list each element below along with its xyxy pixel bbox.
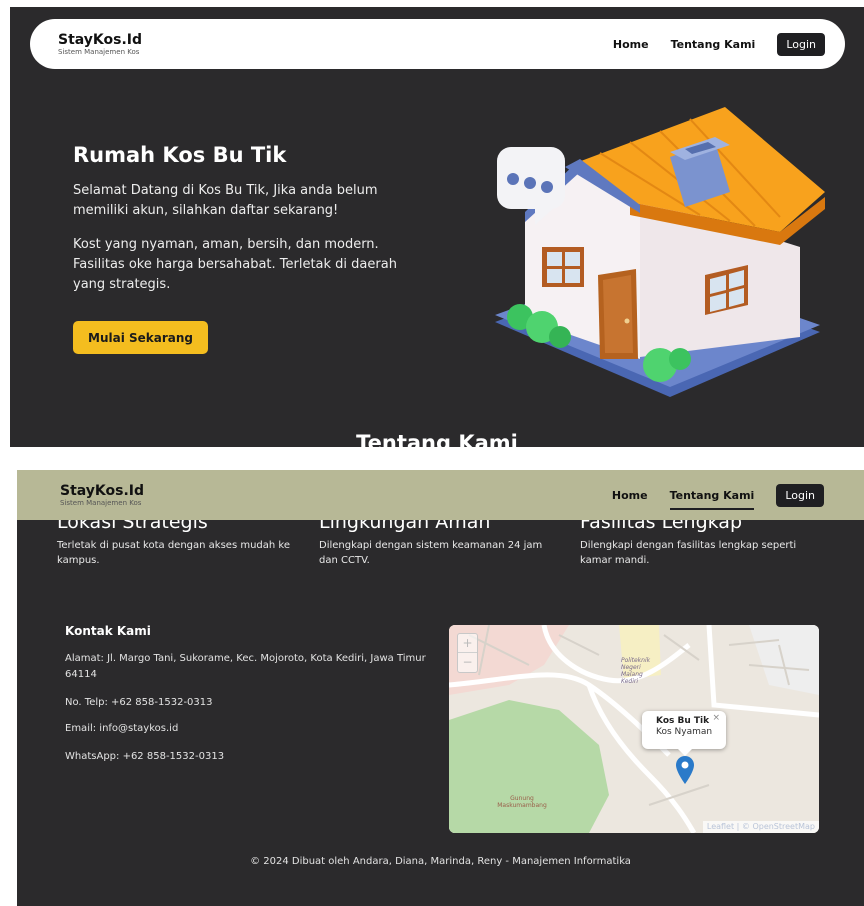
nav-home-link[interactable]: Home	[612, 489, 648, 502]
map-zoom-control: + −	[457, 633, 478, 673]
about-contact-section: StayKos.Id Sistem Manajemen Kos Home Ten…	[17, 470, 864, 906]
location-map[interactable]: + − Politeknik Negeri Malang Kediri Gunu…	[449, 625, 819, 833]
feature-list: Lokasi Strategis Terletak di pusat kota …	[17, 510, 864, 590]
hero-title: Rumah Kos Bu Tik	[73, 143, 287, 167]
popup-subtitle: Kos Nyaman	[656, 727, 713, 737]
login-button[interactable]: Login	[776, 483, 824, 507]
zoom-in-button[interactable]: +	[458, 634, 477, 653]
navbar-sticky: StayKos.Id Sistem Manajemen Kos Home Ten…	[17, 470, 864, 520]
feature-description: Dilengkapi dengan sistem keamanan 24 jam…	[319, 540, 543, 566]
contact-whatsapp: WhatsApp: +62 858-1532-0313	[65, 751, 225, 762]
contact-email: Email: info@staykos.id	[65, 723, 179, 734]
map-marker-icon[interactable]	[676, 756, 694, 784]
nav-about-link-active[interactable]: Tentang Kami	[669, 489, 755, 510]
footer-copyright: © 2024 Dibuat oleh Andara, Diana, Marind…	[250, 856, 631, 867]
nav-home-link[interactable]: Home	[613, 38, 649, 51]
house-illustration	[495, 107, 825, 397]
map-label-campus: Politeknik Negeri Malang Kediri	[621, 657, 651, 685]
contact-phone: No. Telp: +62 858-1532-0313	[65, 697, 213, 708]
brand[interactable]: StayKos.Id Sistem Manajemen Kos	[58, 32, 142, 57]
map-popup: Kos Bu Tik Kos Nyaman ×	[642, 711, 726, 756]
landing-hero-section: StayKos.Id Sistem Manajemen Kos Home Ten…	[10, 7, 864, 447]
navbar: StayKos.Id Sistem Manajemen Kos Home Ten…	[30, 19, 845, 69]
brand-subtitle: Sistem Manajemen Kos	[60, 498, 142, 507]
brand-title: StayKos.Id	[58, 31, 143, 48]
feature-description: Dilengkapi dengan fasilitas lengkap sepe…	[580, 540, 797, 566]
hero-description: Kost yang nyaman, aman, bersih, dan mode…	[73, 237, 397, 292]
nav-links: Home Tentang Kami Login	[613, 32, 825, 56]
nav-links: Home Tentang Kami Login	[612, 481, 824, 510]
feature-description: Terletak di pusat kota dengan akses muda…	[57, 540, 290, 566]
popup-tip	[678, 749, 692, 756]
section-title-about: Tentang Kami	[356, 431, 518, 447]
nav-about-link[interactable]: Tentang Kami	[671, 38, 756, 51]
popup-close-icon[interactable]: ×	[712, 713, 720, 723]
brand[interactable]: StayKos.Id Sistem Manajemen Kos	[60, 483, 144, 508]
start-now-button[interactable]: Mulai Sekarang	[73, 321, 208, 354]
map-attribution[interactable]: Leaflet | © OpenStreetMap	[702, 821, 819, 833]
login-button[interactable]: Login	[777, 32, 825, 56]
contact-address: Alamat: Jl. Margo Tani, Sukorame, Kec. M…	[65, 653, 426, 680]
map-label-mountain: Gunung Maskumambang	[497, 795, 547, 809]
brand-title: StayKos.Id	[60, 482, 145, 499]
hero-welcome-text: Selamat Datang di Kos Bu Tik, Jika anda …	[73, 183, 378, 218]
contact-title: Kontak Kami	[65, 624, 151, 638]
brand-subtitle: Sistem Manajemen Kos	[58, 47, 140, 56]
zoom-out-button[interactable]: −	[458, 653, 477, 672]
